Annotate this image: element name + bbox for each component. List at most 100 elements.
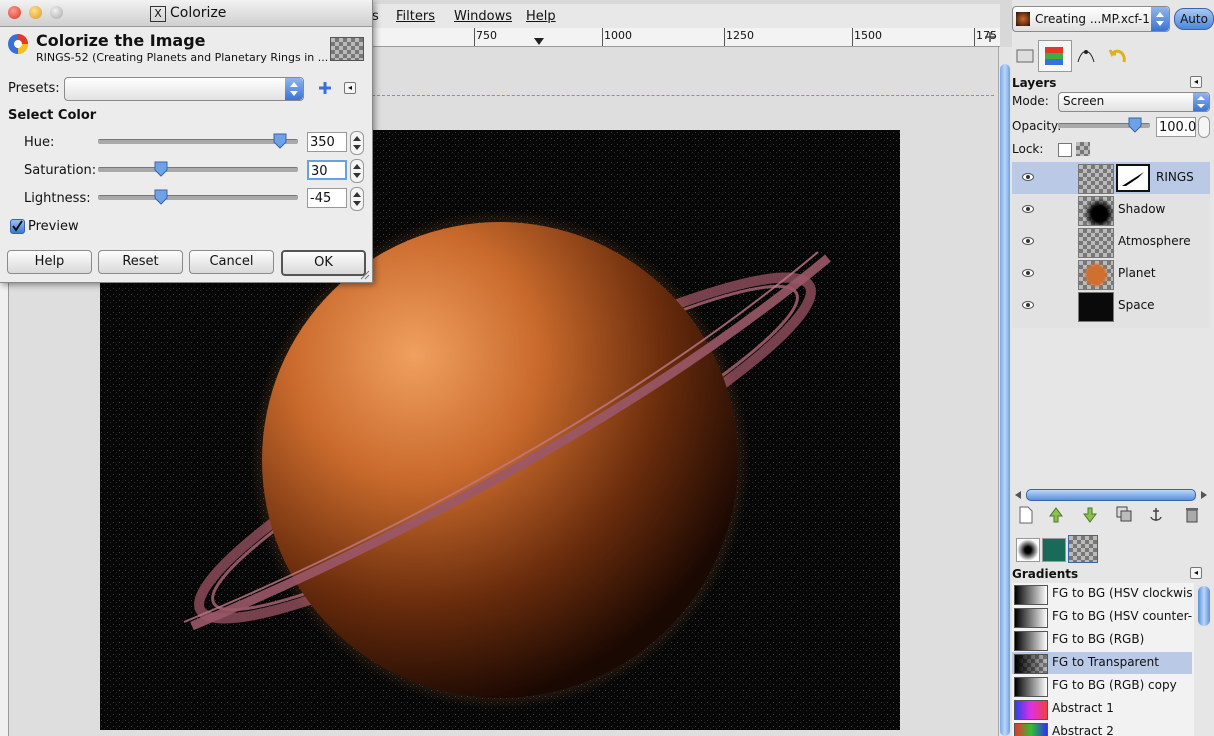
gradient-row[interactable]: Abstract 1 xyxy=(1012,698,1192,720)
delete-layer-icon[interactable] xyxy=(1184,506,1200,524)
layer-row-shadow[interactable]: Shadow xyxy=(1012,194,1192,226)
layers-list: RINGS Shadow Atmosphere Planet Space xyxy=(1012,162,1210,328)
gradient-name: FG to BG (HSV counter-clo xyxy=(1052,609,1192,623)
new-layer-icon[interactable] xyxy=(1018,506,1034,524)
hue-spin-arrows-icon[interactable] xyxy=(350,131,364,155)
mode-select[interactable]: Screen xyxy=(1058,92,1210,112)
gradient-row-selected[interactable]: FG to Transparent xyxy=(1012,652,1192,674)
gradient-row[interactable]: FG to BG (RGB) copy xyxy=(1012,675,1192,697)
close-window-icon[interactable] xyxy=(8,6,21,19)
colorize-dialog: X Colorize Colorize the Image RINGS-52 (… xyxy=(0,0,373,283)
reset-button[interactable]: Reset xyxy=(98,250,183,274)
layer-name: Atmosphere xyxy=(1118,234,1191,248)
gradient-row[interactable]: Abstract 2 xyxy=(1012,721,1192,736)
ruler-label: 1500 xyxy=(854,29,882,42)
tool-options-tab-icon[interactable] xyxy=(1014,44,1036,66)
colorize-icon xyxy=(8,34,28,54)
brushes-tab-icon[interactable] xyxy=(1016,538,1040,562)
layer-row-rings[interactable]: RINGS xyxy=(1012,162,1210,194)
lower-layer-icon[interactable] xyxy=(1082,506,1098,524)
presets-dropdown-arrow-icon[interactable] xyxy=(285,78,303,100)
layers-horizontal-scrollbar[interactable] xyxy=(1026,489,1196,501)
mode-label: Mode: xyxy=(1012,94,1049,108)
layers-panel-menu-icon[interactable]: ◂ xyxy=(1190,76,1202,88)
layer-thumbnail xyxy=(1078,164,1114,194)
lock-alpha-icon[interactable] xyxy=(1076,142,1090,156)
layer-mask-thumbnail[interactable] xyxy=(1116,164,1150,192)
scrollbar-thumb[interactable] xyxy=(1000,64,1010,736)
visibility-eye-icon[interactable] xyxy=(1022,172,1034,182)
layer-row-space[interactable]: Space xyxy=(1012,290,1192,322)
lightness-spin-arrows-icon[interactable] xyxy=(350,187,364,211)
layer-name: Space xyxy=(1118,298,1155,312)
x11-icon: X xyxy=(150,6,166,22)
gradient-preview xyxy=(1014,654,1048,674)
hue-input[interactable]: 350 xyxy=(307,132,347,152)
presets-menu-icon[interactable]: ◂ xyxy=(344,82,356,94)
presets-combo[interactable] xyxy=(64,77,304,101)
resize-grip-icon[interactable] xyxy=(358,268,370,280)
help-button[interactable]: Help xyxy=(7,250,92,274)
hue-slider[interactable] xyxy=(98,139,298,144)
dialog-titlebar[interactable]: X Colorize xyxy=(0,0,372,27)
image-menu[interactable]: Creating ...MP.xcf-1 xyxy=(1012,6,1170,32)
layers-tab[interactable] xyxy=(1038,40,1072,72)
raise-layer-icon[interactable] xyxy=(1048,506,1064,524)
auto-button[interactable]: Auto xyxy=(1174,8,1214,30)
layer-row-atmosphere[interactable]: Atmosphere xyxy=(1012,226,1192,258)
gradients-panel-menu-icon[interactable]: ◂ xyxy=(1190,567,1202,579)
gradient-name: FG to BG (RGB) copy xyxy=(1052,678,1177,692)
visibility-eye-icon[interactable] xyxy=(1022,300,1034,310)
menu-item-windows[interactable]: Windows xyxy=(454,9,512,24)
menu-item-help[interactable]: Help xyxy=(526,9,556,24)
layer-boundary xyxy=(372,95,994,96)
lightness-slider[interactable] xyxy=(98,195,298,200)
anchor-layer-icon[interactable] xyxy=(1148,506,1164,524)
gradient-row[interactable]: FG to BG (RGB) xyxy=(1012,629,1192,651)
lightness-input[interactable]: -45 xyxy=(307,188,347,208)
duplicate-layer-icon[interactable] xyxy=(1116,506,1132,524)
gradient-row[interactable]: FG to BG (HSV clockwise h xyxy=(1012,583,1192,605)
scroll-right-icon[interactable] xyxy=(1200,490,1208,500)
hue-label: Hue: xyxy=(24,135,55,150)
opacity-input[interactable]: 100.0 xyxy=(1156,117,1196,137)
cancel-button[interactable]: Cancel xyxy=(189,250,274,274)
scroll-left-icon[interactable] xyxy=(1014,490,1022,500)
gradients-tab-icon[interactable] xyxy=(1068,535,1098,563)
patterns-tab-icon[interactable] xyxy=(1042,538,1066,562)
image-menu-arrow-icon[interactable] xyxy=(1151,7,1169,31)
saturation-slider[interactable] xyxy=(98,167,298,172)
vertical-ruler[interactable] xyxy=(0,282,9,736)
saturation-slider-handle[interactable] xyxy=(154,161,168,177)
lock-pixels-checkbox[interactable] xyxy=(1058,143,1072,157)
undo-history-tab-icon[interactable] xyxy=(1106,44,1130,68)
saturation-spin-arrows-icon[interactable] xyxy=(350,159,364,183)
visibility-eye-icon[interactable] xyxy=(1022,268,1034,278)
gradient-row[interactable]: FG to BG (HSV counter-clo xyxy=(1012,606,1192,628)
minimize-window-icon[interactable] xyxy=(29,6,42,19)
opacity-slider-handle[interactable] xyxy=(1128,117,1142,133)
preview-checkbox[interactable] xyxy=(10,219,25,234)
layer-row-planet[interactable]: Planet xyxy=(1012,258,1192,290)
menu-item-s[interactable]: s xyxy=(372,9,379,24)
layer-preview-thumbnail xyxy=(330,37,364,61)
lightness-slider-handle[interactable] xyxy=(154,189,168,205)
layer-thumbnail xyxy=(1078,292,1114,322)
zoom-window-icon[interactable] xyxy=(50,6,63,19)
hue-slider-handle[interactable] xyxy=(273,133,287,149)
opacity-spin-arrows-icon[interactable] xyxy=(1198,116,1210,138)
horizontal-ruler[interactable]: 750 1000 1250 1500 175 xyxy=(372,28,1000,47)
gradient-preview xyxy=(1014,608,1048,628)
visibility-eye-icon[interactable] xyxy=(1022,236,1034,246)
add-preset-icon[interactable] xyxy=(317,80,333,96)
navigate-icon[interactable] xyxy=(984,31,996,43)
saturation-input[interactable]: 30 xyxy=(307,160,347,180)
layer-thumbnail xyxy=(1078,260,1114,290)
gradients-scrollbar-thumb[interactable] xyxy=(1198,586,1210,626)
menu-item-filters[interactable]: Filters xyxy=(396,9,435,24)
paths-tab-icon[interactable] xyxy=(1074,44,1098,68)
gradient-preview xyxy=(1014,700,1048,720)
ok-button[interactable]: OK xyxy=(281,250,366,276)
mode-dropdown-arrow-icon[interactable] xyxy=(1193,93,1209,111)
visibility-eye-icon[interactable] xyxy=(1022,204,1034,214)
